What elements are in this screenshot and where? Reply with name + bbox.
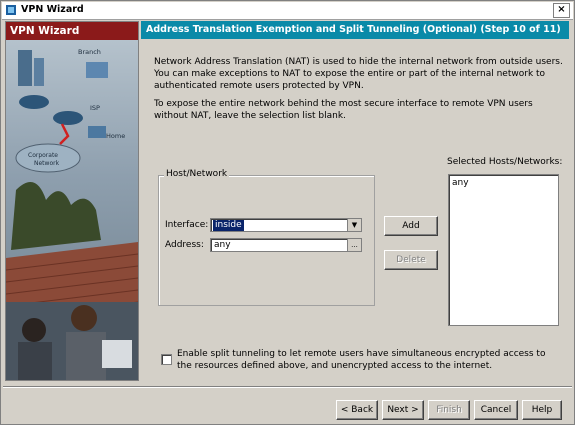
host-network-group: Host/Network Interface: inside ▼ Address…	[158, 169, 375, 306]
add-button[interactable]: Add	[384, 216, 438, 236]
side-panel-title: VPN Wizard	[6, 22, 138, 40]
step-content: Network Address Translation (NAT) is use…	[141, 39, 569, 379]
router-icon	[19, 95, 49, 109]
selected-hosts-label: Selected Hosts/Networks:	[447, 157, 563, 167]
network-label: Network	[34, 160, 60, 167]
help-button[interactable]: Help	[522, 400, 562, 420]
nat-description: Network Address Translation (NAT) is use…	[154, 57, 563, 91]
back-button[interactable]: < Back	[336, 400, 378, 420]
window-title: VPN Wizard	[21, 4, 84, 15]
home-label: Home	[106, 132, 125, 140]
step-header: Address Translation Exemption and Split …	[141, 21, 569, 39]
vpn-wizard-window: VPN Wizard × VPN Wizard Branch ISP Home	[0, 0, 575, 425]
home-computer-icon	[88, 126, 106, 138]
group-label: Host/Network	[164, 169, 230, 179]
app-icon	[6, 5, 16, 15]
wizard-footer: < Back Next > Finish Cancel Help	[1, 382, 574, 424]
split-tunneling-label: Enable split tunneling to let remote use…	[177, 349, 546, 371]
browse-icon[interactable]: ...	[347, 239, 361, 251]
cancel-button[interactable]: Cancel	[474, 400, 518, 420]
interface-selected-value: inside	[213, 220, 244, 231]
split-tunneling-checkbox[interactable]	[161, 354, 172, 365]
branch-building-icon	[86, 62, 108, 78]
interface-label: Interface:	[165, 220, 209, 230]
nat-hint: To expose the entire network behind the …	[154, 99, 533, 121]
chevron-down-icon[interactable]: ▼	[347, 219, 361, 231]
corporate-label: Corporate	[28, 152, 58, 159]
isp-label: ISP	[90, 104, 100, 112]
person-left	[22, 318, 46, 342]
title-bar: VPN Wizard ×	[2, 2, 573, 20]
close-icon[interactable]: ×	[553, 3, 570, 18]
building-icon	[18, 50, 32, 86]
next-button[interactable]: Next >	[382, 400, 424, 420]
laptop-icon	[102, 340, 132, 368]
address-label: Address:	[165, 240, 204, 250]
branch-label: Branch	[78, 48, 101, 56]
address-value: any	[214, 240, 231, 250]
network-illustration: Branch ISP Home Corporate Network	[6, 40, 138, 380]
list-item[interactable]: any	[452, 178, 469, 188]
delete-button[interactable]: Delete	[384, 250, 438, 270]
finish-button[interactable]: Finish	[428, 400, 470, 420]
wizard-side-graphic: VPN Wizard Branch ISP Home Corporate Net…	[5, 21, 139, 381]
person-right	[71, 305, 97, 331]
selected-hosts-list[interactable]: any	[448, 174, 559, 326]
address-input[interactable]: any ...	[210, 238, 362, 252]
footer-divider	[3, 386, 572, 388]
interface-select[interactable]: inside ▼	[210, 218, 362, 232]
